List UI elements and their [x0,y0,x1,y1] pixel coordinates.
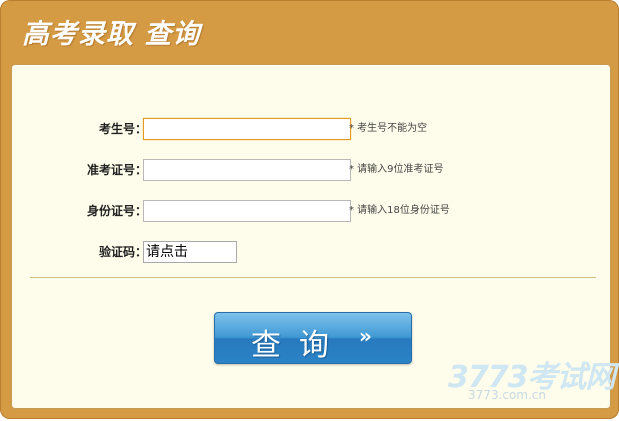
id-number-input[interactable] [143,200,351,222]
double-chevron-right-icon: » [359,324,372,348]
exam-number-input[interactable] [143,118,351,140]
exam-number-label: 考生号： [98,122,147,136]
site-watermark: 3773考试网 3773.com.cn [448,352,615,412]
captcha-row: 验证码： 请点击 [12,241,610,265]
page-frame: 高考录取 查询 考生号： * 考生号不能为空 准考证号： * 请输入9位准考证号… [0,0,619,419]
query-submit-label: 查询 [251,328,347,363]
ticket-number-hint: * 请输入9位准考证号 [349,164,444,175]
ticket-number-label: 准考证号： [86,163,147,177]
page-title: 高考录取 查询 [22,19,201,50]
id-number-hint: * 请输入18位身份证号 [349,205,450,216]
query-submit-button[interactable]: 查询 » [214,312,412,364]
watermark-url: 3773.com.cn [468,388,546,402]
captcha-image-box[interactable]: 请点击 [143,241,237,263]
form-divider [30,277,596,278]
id-number-label: 身份证号： [86,204,147,218]
captcha-label: 验证码： [98,245,147,259]
ticket-number-row: 准考证号： * 请输入9位准考证号 [12,159,610,183]
id-number-row: 身份证号： * 请输入18位身份证号 [12,200,610,224]
exam-number-row: 考生号： * 考生号不能为空 [12,118,610,142]
exam-number-hint: * 考生号不能为空 [349,123,428,134]
ticket-number-input[interactable] [143,159,351,181]
